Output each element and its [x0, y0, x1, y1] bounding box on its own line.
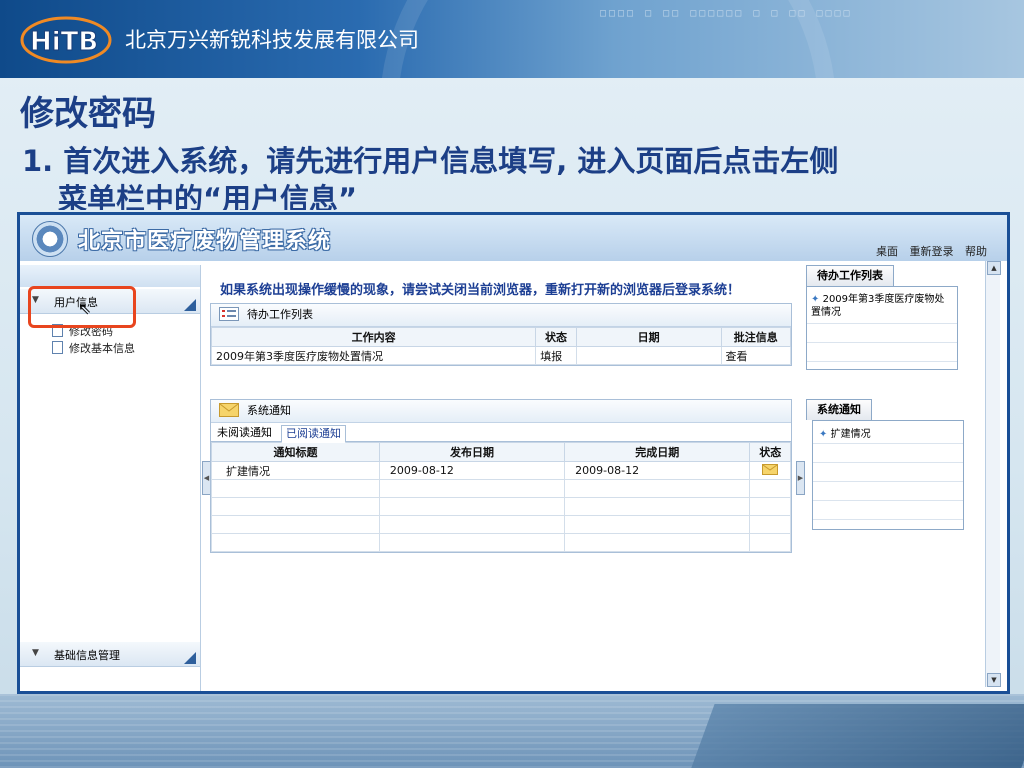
todo-panel-title-text: 待办工作列表: [247, 308, 313, 321]
banner-binary-decoration: □□□□ □ □□ □□□□□□ □ □ □□ □□□□: [600, 8, 853, 19]
notice-table: 通知标题 发布日期 完成日期 状态 扩建情况 2009-08-12 2009-0…: [211, 442, 791, 552]
scroll-down-icon[interactable]: ▼: [987, 673, 1001, 687]
slide-banner: □□□□ □ □□ □□□□□□ □ □ □□ □□□□ HiTB 北京万兴新锐…: [0, 0, 1024, 78]
tab-read[interactable]: 已阅读通知: [281, 425, 346, 443]
top-links: 桌面 重新登录 帮助: [868, 243, 987, 259]
list-item-empty: [807, 324, 957, 343]
tab-unread[interactable]: 未阅读通知: [213, 425, 276, 441]
corner-triangle-icon: [184, 652, 196, 664]
list-item[interactable]: ✦ 扩建情况: [813, 421, 963, 444]
envelope-icon: [219, 403, 239, 417]
vertical-scrollbar[interactable]: ▲ ▼: [985, 261, 1001, 687]
right-notice-tab[interactable]: 系统通知: [806, 399, 872, 420]
table-cell: 2009-08-12: [378, 461, 566, 480]
table-cell: 2009-08-12: [564, 461, 751, 480]
keyboard-image: [685, 704, 1024, 768]
bullet-icon: ✦: [819, 429, 828, 440]
sidebar-section-basic-info-mgmt[interactable]: ▼ 基础信息管理: [20, 642, 200, 667]
table-row[interactable]: 扩建情况 2009-08-12 2009-08-12: [211, 461, 791, 480]
scroll-up-icon[interactable]: ▲: [987, 261, 1001, 275]
left-sidebar: ▼ 用户信息 修改密码 修改基本信息 ▼ 基础信息管理: [20, 265, 201, 691]
column-header: 通知标题: [211, 442, 380, 462]
svg-text:HiTB: HiTB: [30, 27, 98, 57]
app-header: 北京市医疗废物管理系统 桌面 重新登录 帮助: [20, 215, 1007, 261]
todo-panel-title: 待办工作列表: [211, 304, 791, 327]
relogin-link[interactable]: 重新登录: [910, 245, 954, 258]
column-header: 完成日期: [564, 442, 751, 462]
list-item-empty: [813, 463, 963, 482]
company-logo-icon: HiTB: [20, 16, 112, 64]
bullet-icon: ✦: [811, 294, 820, 305]
notice-panel: 系统通知 未阅读通知 已阅读通知 通知标题 发布日期 完成日期 状态 扩建情况 …: [210, 399, 792, 553]
table-cell: 2009年第3季度医疗废物处置情况: [210, 346, 537, 365]
table-cell: [575, 346, 722, 365]
app-emblem-icon: [32, 221, 68, 257]
step-line-1: 1. 首次进入系统，请先进行用户信息填写, 进入页面后点击左侧: [22, 144, 839, 178]
list-item-label: 扩建情况: [830, 429, 871, 440]
table-cell: 填报: [535, 346, 577, 365]
company-name: 北京万兴新锐科技发展有限公司: [125, 28, 419, 52]
list-item[interactable]: ✦ 2009年第3季度医疗废物处置情况: [807, 287, 957, 324]
table-row: [211, 533, 791, 552]
list-item-label: 2009年第3季度医疗废物处置情况: [811, 294, 945, 318]
todo-panel: 待办工作列表 工作内容 状态 日期 批注信息 2009年第3季度医疗废物处置情况…: [210, 303, 792, 366]
sidebar-section-label: 基础信息管理: [54, 649, 120, 662]
column-header: 状态: [535, 327, 577, 347]
column-header: 发布日期: [378, 442, 566, 462]
app-window: 北京市医疗废物管理系统 桌面 重新登录 帮助 ▼ 用户信息 修改密码 修改基本信…: [17, 212, 1010, 694]
table-cell: 扩建情况: [211, 461, 380, 480]
step-instruction: 1. 首次进入系统，请先进行用户信息填写, 进入页面后点击左侧 菜单栏中的“用户…: [22, 142, 982, 210]
list-item-empty: [807, 343, 957, 362]
view-link[interactable]: 查看: [720, 346, 791, 365]
sidebar-item-edit-basic-info[interactable]: 修改基本信息: [52, 340, 135, 356]
column-header: 工作内容: [210, 327, 537, 347]
app-title: 北京市医疗废物管理系统: [78, 228, 332, 254]
right-notice-list: ✦ 扩建情况: [812, 420, 964, 530]
column-header: 状态: [749, 442, 791, 462]
envelope-icon[interactable]: [762, 463, 779, 475]
help-link[interactable]: 帮助: [965, 245, 987, 258]
list-icon: [219, 307, 239, 321]
table-row: [211, 515, 791, 534]
system-notice-banner: 如果系统出现操作缓慢的现象，请尝试关闭当前浏览器，重新打开新的浏览器后登录系统！: [220, 283, 741, 298]
collapse-right-button[interactable]: ▶: [796, 461, 805, 495]
step-line-2: 菜单栏中的“用户信息”: [58, 182, 358, 210]
list-item-empty: [813, 501, 963, 520]
list-item-empty: [813, 444, 963, 463]
list-item-empty: [813, 482, 963, 501]
footer-decoration: [0, 694, 1024, 768]
mouse-cursor-icon: ⇖: [78, 299, 92, 318]
corner-triangle-icon: [184, 299, 196, 311]
table-cell: [749, 461, 791, 480]
notice-panel-title-text: 系统通知: [247, 404, 291, 417]
right-panel: 待办工作列表 ✦ 2009年第3季度医疗废物处置情况 系统通知 ✦ 扩建情况: [806, 265, 986, 691]
table-row: [211, 497, 791, 516]
sidebar-top-band: [20, 265, 200, 287]
document-icon: [52, 341, 63, 354]
todo-table: 工作内容 状态 日期 批注信息 2009年第3季度医疗废物处置情况 填报 查看: [210, 327, 791, 365]
notice-panel-title: 系统通知: [211, 400, 791, 423]
column-header: 批注信息: [720, 327, 791, 347]
right-todo-tab[interactable]: 待办工作列表: [806, 265, 894, 286]
desktop-link[interactable]: 桌面: [876, 245, 898, 258]
slide-heading: 修改密码: [20, 94, 156, 134]
table-row: [211, 479, 791, 498]
main-content: 如果系统出现操作缓慢的现象，请尝试关闭当前浏览器，重新打开新的浏览器后登录系统！…: [210, 265, 792, 691]
table-row[interactable]: 2009年第3季度医疗废物处置情况 填报 查看: [210, 346, 791, 365]
right-todo-list: ✦ 2009年第3季度医疗废物处置情况: [806, 286, 958, 370]
notice-tabs: 未阅读通知 已阅读通知: [211, 423, 791, 443]
column-header: 日期: [575, 327, 722, 347]
chevron-down-icon: ▼: [32, 648, 39, 658]
sidebar-item-label: 修改基本信息: [69, 342, 135, 355]
